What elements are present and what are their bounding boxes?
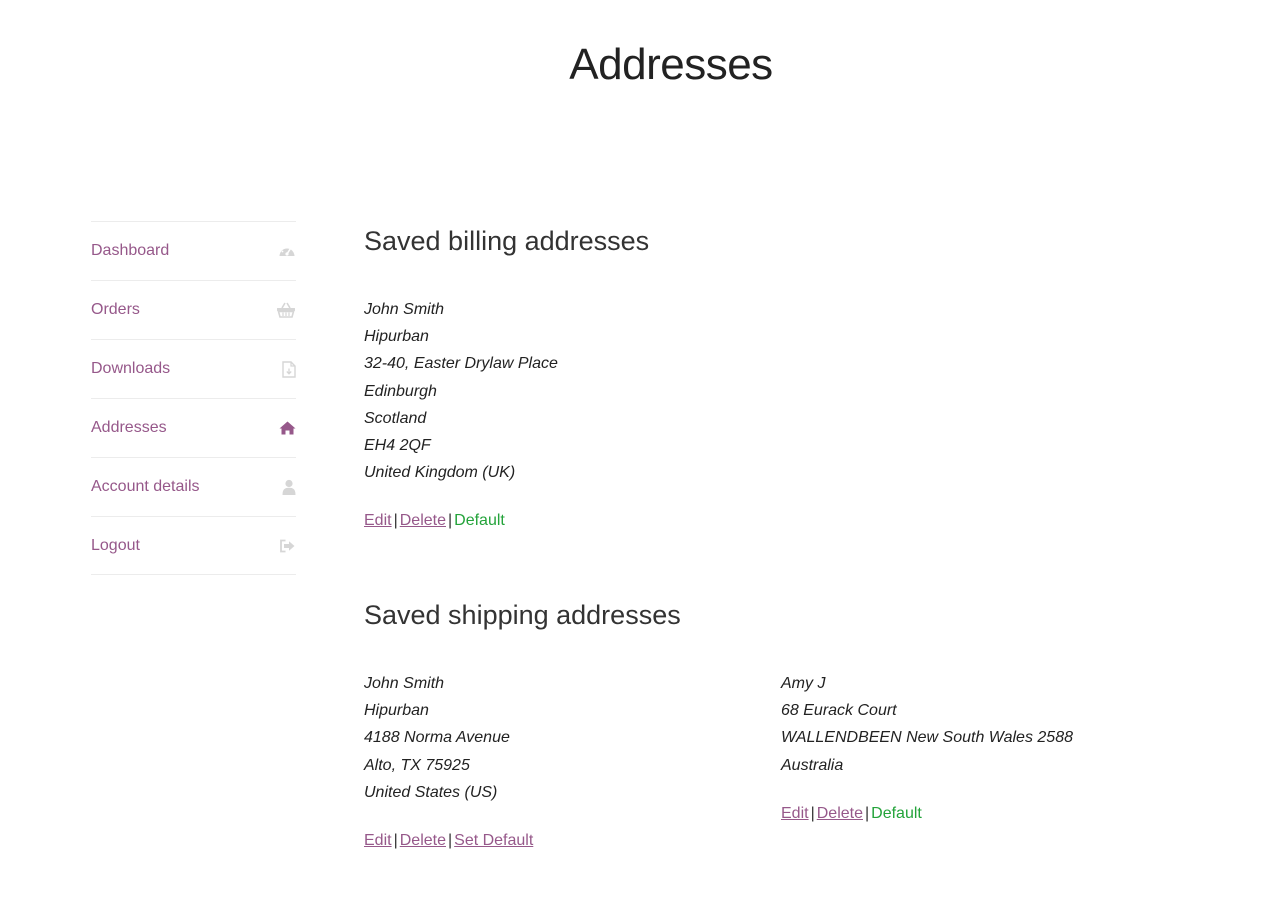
separator: | [393, 512, 398, 530]
edit-link[interactable]: Edit [781, 805, 809, 822]
nav-label: Logout [91, 536, 140, 554]
nav-item-orders[interactable]: Orders [91, 280, 296, 339]
delete-link[interactable]: Delete [817, 805, 863, 822]
address-line: 32-40, Easter Drylaw Place [364, 355, 558, 373]
address-line: United Kingdom (UK) [364, 464, 516, 482]
shipping-address-card: Amy J 68 Eurack Court WALLENDBEEN New So… [781, 670, 1073, 824]
separator: | [447, 512, 453, 530]
nav-item-logout[interactable]: Logout [91, 516, 296, 575]
edit-link[interactable]: Edit [364, 512, 392, 529]
address-line: Hipurban [364, 702, 429, 720]
nav-item-account-details[interactable]: Account details [91, 457, 296, 516]
page-title: Addresses [569, 40, 773, 89]
address-line: Alto, TX 75925 [364, 756, 470, 774]
nav-item-addresses[interactable]: Addresses [91, 398, 296, 457]
address-actions: Edit | Delete | Set Default [364, 831, 533, 851]
address-line: United States (US) [364, 783, 498, 801]
address-line: John Smith [364, 675, 445, 692]
default-badge: Default [454, 512, 505, 530]
set-default-link[interactable]: Set Default [454, 832, 533, 849]
separator: | [447, 832, 453, 850]
billing-address-card: John Smith Hipurban 32-40, Easter Drylaw… [364, 296, 558, 531]
address-line: 4188 Norma Avenue [364, 729, 510, 747]
nav-item-downloads[interactable]: Downloads [91, 339, 296, 398]
separator: | [864, 804, 870, 822]
billing-address: John Smith Hipurban 32-40, Easter Drylaw… [364, 296, 558, 486]
user-icon [276, 477, 296, 497]
shipping-address-card: John Smith Hipurban 4188 Norma Avenue Al… [364, 670, 533, 851]
address-line: WALLENDBEEN New South Wales 2588 [781, 729, 1073, 747]
shipping-address: John Smith Hipurban 4188 Norma Avenue Al… [364, 670, 533, 806]
address-actions: Edit | Delete | Default [781, 804, 1073, 824]
nav-label: Downloads [91, 360, 171, 377]
address-line: EH4 2QF [364, 437, 431, 455]
address-line: Amy J [781, 675, 826, 692]
nav-label: Dashboard [91, 242, 170, 259]
separator: | [393, 832, 398, 850]
delete-link[interactable]: Delete [400, 832, 446, 849]
shipping-address: Amy J 68 Eurack Court WALLENDBEEN New So… [781, 670, 1073, 779]
address-line: John Smith [364, 301, 445, 318]
address-line: Edinburgh [364, 382, 437, 400]
nav-label: Account details [91, 478, 200, 495]
separator: | [810, 804, 815, 822]
address-line: Hipurban [364, 328, 429, 346]
sign-out-icon [276, 536, 296, 556]
shopping-basket-icon [276, 300, 296, 320]
file-download-icon [276, 359, 296, 379]
address-actions: Edit | Delete | Default [364, 511, 558, 531]
billing-section-title: Saved billing addresses [364, 226, 650, 256]
nav-label: Addresses [91, 419, 167, 436]
nav-label: Orders [91, 301, 140, 318]
account-navigation: Dashboard Orders Downloads Addresses Acc… [91, 221, 296, 575]
address-line: Scotland [364, 409, 427, 427]
default-badge: Default [871, 804, 922, 822]
address-line: Australia [781, 756, 844, 774]
edit-link[interactable]: Edit [364, 832, 392, 849]
address-line: 68 Eurack Court [781, 702, 897, 720]
delete-link[interactable]: Delete [400, 512, 446, 529]
nav-item-dashboard[interactable]: Dashboard [91, 221, 296, 280]
home-icon [276, 418, 296, 438]
shipping-section-title: Saved shipping addresses [364, 600, 681, 630]
dashboard-gauge-icon [276, 241, 296, 261]
